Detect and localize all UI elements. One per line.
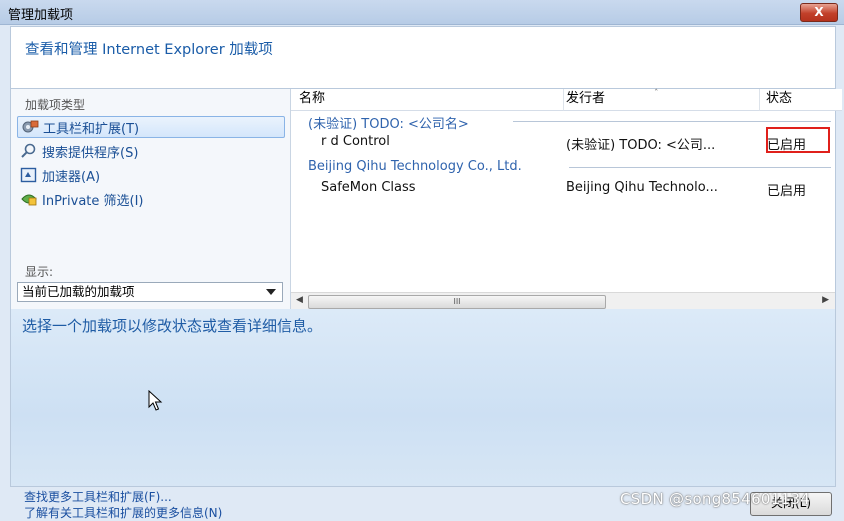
type-item-label: 搜索提供程序(S) (42, 145, 139, 161)
window-title: 管理加载项 (8, 8, 74, 23)
learn-more-link[interactable]: 了解有关工具栏和扩展的更多信息(N) (24, 505, 222, 521)
addon-list: 名称 发行者 ˆ 状态 (未验证) TODO: <公司名> r d Contro… (291, 89, 842, 310)
show-dropdown[interactable]: 当前已加载的加载项 (17, 282, 283, 302)
accelerator-icon (20, 167, 38, 183)
title-bar: 管理加载项 X (0, 0, 844, 25)
type-item-toolbars[interactable]: 工具栏和扩展(T) (17, 116, 285, 138)
addon-name: SafeMon Class (321, 180, 416, 195)
window-close-button[interactable]: X (800, 3, 838, 22)
watermark: CSDN @song854601134 (620, 490, 811, 508)
page-heading: 查看和管理 Internet Explorer 加载项 (25, 42, 273, 58)
group-divider (513, 121, 831, 122)
type-item-accelerators[interactable]: 加速器(A) (17, 164, 285, 186)
detail-panel: 选择一个加载项以修改状态或查看详细信息。 (10, 309, 836, 487)
search-icon (20, 143, 38, 159)
addon-publisher: Beijing Qihu Technolo... (566, 180, 718, 195)
group-divider (569, 167, 831, 168)
type-item-label: 加速器(A) (42, 169, 101, 185)
status-highlight-box (766, 127, 830, 153)
addon-status: 已启用 (767, 184, 807, 199)
main-panel: 加载项类型 工具栏和扩展(T) 搜索提供程序(S) 加速器(A) InPriva… (10, 88, 842, 310)
type-item-label: InPrivate 筛选(I) (42, 193, 144, 209)
scroll-right-icon[interactable]: ▶ (822, 295, 829, 305)
addon-type-pane: 加载项类型 工具栏和扩展(T) 搜索提供程序(S) 加速器(A) InPriva… (11, 89, 291, 309)
header-panel: 查看和管理 Internet Explorer 加载项 (10, 26, 836, 89)
scroll-left-icon[interactable]: ◀ (296, 295, 303, 305)
column-header-name[interactable]: 名称 (291, 89, 563, 111)
column-header-label: 发行者 (566, 91, 606, 106)
sort-ascending-icon: ˆ (654, 89, 659, 99)
footer-links: 查找更多工具栏和扩展(F)... 了解有关工具栏和扩展的更多信息(N) (24, 489, 222, 521)
group-header: (未验证) TODO: <公司名> (308, 117, 469, 132)
addon-name: r d Control (321, 134, 390, 149)
type-item-label: 工具栏和扩展(T) (43, 121, 140, 137)
type-item-inprivate[interactable]: InPrivate 筛选(I) (17, 188, 285, 210)
chevron-down-icon (266, 289, 276, 295)
inprivate-icon (20, 191, 38, 207)
show-label: 显示: (25, 265, 54, 279)
find-more-link[interactable]: 查找更多工具栏和扩展(F)... (24, 489, 222, 505)
detail-message: 选择一个加载项以修改状态或查看详细信息。 (22, 317, 323, 335)
type-item-search-providers[interactable]: 搜索提供程序(S) (17, 140, 285, 162)
mouse-pointer-icon (148, 389, 164, 416)
show-dropdown-value: 当前已加载的加载项 (22, 284, 135, 299)
column-header-publisher[interactable]: 发行者 ˆ (563, 89, 760, 111)
group-header: Beijing Qihu Technology Co., Ltd. (308, 159, 522, 174)
scroll-thumb[interactable]: III (308, 295, 606, 309)
column-header-status[interactable]: 状态 (759, 89, 842, 111)
addon-publisher: (未验证) TODO: <公司... (566, 138, 716, 153)
gear-icon (21, 119, 39, 135)
horizontal-scrollbar[interactable]: ◀ III ▶ (291, 292, 835, 310)
addon-type-label: 加载项类型 (25, 98, 86, 112)
